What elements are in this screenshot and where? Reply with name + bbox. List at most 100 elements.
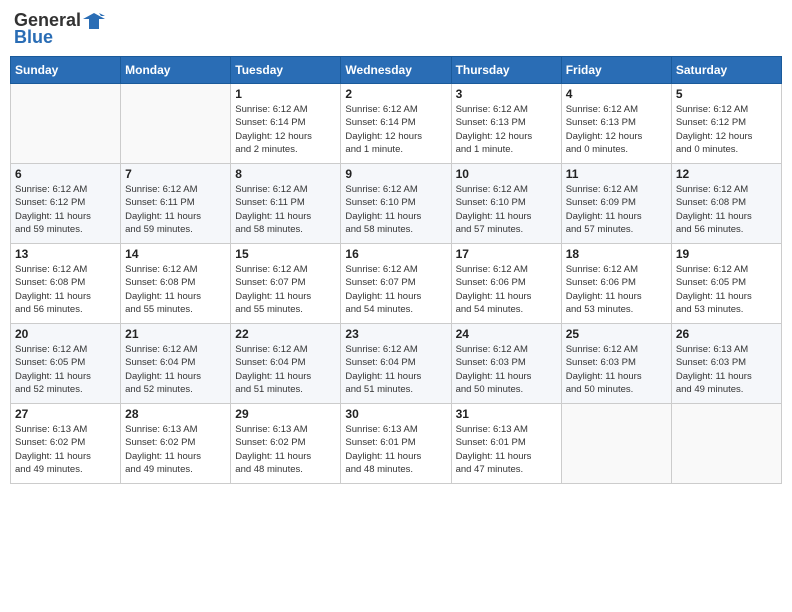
day-number: 20 <box>15 327 116 341</box>
day-number: 10 <box>456 167 557 181</box>
day-info: Sunrise: 6:13 AM Sunset: 6:02 PM Dayligh… <box>15 423 116 476</box>
day-number: 8 <box>235 167 336 181</box>
day-number: 13 <box>15 247 116 261</box>
day-info: Sunrise: 6:12 AM Sunset: 6:12 PM Dayligh… <box>15 183 116 236</box>
day-info: Sunrise: 6:12 AM Sunset: 6:06 PM Dayligh… <box>566 263 667 316</box>
day-info: Sunrise: 6:12 AM Sunset: 6:04 PM Dayligh… <box>235 343 336 396</box>
day-number: 14 <box>125 247 226 261</box>
calendar-cell: 5Sunrise: 6:12 AM Sunset: 6:12 PM Daylig… <box>671 84 781 164</box>
day-number: 24 <box>456 327 557 341</box>
calendar-cell: 20 Sunrise: 6:12 AM Sunset: 6:05 PM Dayli… <box>11 324 121 404</box>
day-info: Sunrise: 6:12 AM Sunset: 6:07 PM Dayligh… <box>235 263 336 316</box>
calendar-cell: 9 Sunrise: 6:12 AM Sunset: 6:10 PM Daylig… <box>341 164 451 244</box>
day-number: 22 <box>235 327 336 341</box>
day-number: 9 <box>345 167 446 181</box>
day-number: 2 <box>345 87 446 101</box>
calendar-cell: 12Sunrise: 6:12 AM Sunset: 6:08 PM Dayli… <box>671 164 781 244</box>
weekday-header-saturday: Saturday <box>671 57 781 84</box>
day-number: 5 <box>676 87 777 101</box>
day-number: 3 <box>456 87 557 101</box>
calendar-cell: 13 Sunrise: 6:12 AM Sunset: 6:08 PM Dayli… <box>11 244 121 324</box>
day-info: Sunrise: 6:12 AM Sunset: 6:05 PM Dayligh… <box>15 343 116 396</box>
day-info: Sunrise: 6:12 AM Sunset: 6:08 PM Dayligh… <box>125 263 226 316</box>
day-info: Sunrise: 6:12 AM Sunset: 6:05 PM Dayligh… <box>676 263 777 316</box>
weekday-header-thursday: Thursday <box>451 57 561 84</box>
calendar-cell <box>561 404 671 484</box>
calendar-cell: 27 Sunrise: 6:13 AM Sunset: 6:02 PM Dayli… <box>11 404 121 484</box>
logo-bird-icon <box>83 11 105 31</box>
calendar-cell: 28 Sunrise: 6:13 AM Sunset: 6:02 PM Dayli… <box>121 404 231 484</box>
day-number: 28 <box>125 407 226 421</box>
calendar-cell: 10 Sunrise: 6:12 AM Sunset: 6:10 PM Dayli… <box>451 164 561 244</box>
calendar-week-row: 20 Sunrise: 6:12 AM Sunset: 6:05 PM Dayli… <box>11 324 782 404</box>
weekday-header-sunday: Sunday <box>11 57 121 84</box>
day-number: 23 <box>345 327 446 341</box>
logo-blue-text: Blue <box>14 27 53 48</box>
day-info: Sunrise: 6:12 AM Sunset: 6:03 PM Dayligh… <box>456 343 557 396</box>
calendar-cell: 1 Sunrise: 6:12 AM Sunset: 6:14 PM Daylig… <box>231 84 341 164</box>
day-info: Sunrise: 6:12 AM Sunset: 6:10 PM Dayligh… <box>345 183 446 236</box>
day-info: Sunrise: 6:12 AM Sunset: 6:04 PM Dayligh… <box>125 343 226 396</box>
day-info: Sunrise: 6:12 AM Sunset: 6:07 PM Dayligh… <box>345 263 446 316</box>
calendar-cell: 19 Sunrise: 6:12 AM Sunset: 6:05 PM Dayli… <box>671 244 781 324</box>
calendar-cell: 3 Sunrise: 6:12 AM Sunset: 6:13 PM Daylig… <box>451 84 561 164</box>
page-header: General Blue <box>10 10 782 48</box>
calendar-cell: 25 Sunrise: 6:12 AM Sunset: 6:03 PM Dayli… <box>561 324 671 404</box>
day-info: Sunrise: 6:12 AM Sunset: 6:06 PM Dayligh… <box>456 263 557 316</box>
weekday-header-monday: Monday <box>121 57 231 84</box>
day-info: Sunrise: 6:12 AM Sunset: 6:13 PM Dayligh… <box>456 103 557 156</box>
day-number: 21 <box>125 327 226 341</box>
calendar-cell <box>121 84 231 164</box>
day-info: Sunrise: 6:13 AM Sunset: 6:03 PM Dayligh… <box>676 343 777 396</box>
calendar-cell: 15 Sunrise: 6:12 AM Sunset: 6:07 PM Dayli… <box>231 244 341 324</box>
weekday-header-wednesday: Wednesday <box>341 57 451 84</box>
day-number: 31 <box>456 407 557 421</box>
calendar-cell: 6 Sunrise: 6:12 AM Sunset: 6:12 PM Daylig… <box>11 164 121 244</box>
day-number: 25 <box>566 327 667 341</box>
day-number: 11 <box>566 167 667 181</box>
day-number: 6 <box>15 167 116 181</box>
calendar-week-row: 27 Sunrise: 6:13 AM Sunset: 6:02 PM Dayli… <box>11 404 782 484</box>
day-info: Sunrise: 6:13 AM Sunset: 6:01 PM Dayligh… <box>345 423 446 476</box>
day-number: 19 <box>676 247 777 261</box>
day-number: 12 <box>676 167 777 181</box>
day-number: 7 <box>125 167 226 181</box>
calendar-cell: 31Sunrise: 6:13 AM Sunset: 6:01 PM Dayli… <box>451 404 561 484</box>
calendar-cell: 2 Sunrise: 6:12 AM Sunset: 6:14 PM Daylig… <box>341 84 451 164</box>
calendar-cell <box>671 404 781 484</box>
calendar-cell: 22 Sunrise: 6:12 AM Sunset: 6:04 PM Dayli… <box>231 324 341 404</box>
day-info: Sunrise: 6:12 AM Sunset: 6:03 PM Dayligh… <box>566 343 667 396</box>
weekday-header-row: SundayMondayTuesdayWednesdayThursdayFrid… <box>11 57 782 84</box>
calendar-cell <box>11 84 121 164</box>
calendar-cell: 17 Sunrise: 6:12 AM Sunset: 6:06 PM Dayli… <box>451 244 561 324</box>
calendar-week-row: 13 Sunrise: 6:12 AM Sunset: 6:08 PM Dayli… <box>11 244 782 324</box>
calendar-cell: 4Sunrise: 6:12 AM Sunset: 6:13 PM Daylig… <box>561 84 671 164</box>
day-info: Sunrise: 6:12 AM Sunset: 6:14 PM Dayligh… <box>235 103 336 156</box>
day-number: 29 <box>235 407 336 421</box>
calendar-week-row: 6 Sunrise: 6:12 AM Sunset: 6:12 PM Daylig… <box>11 164 782 244</box>
calendar-cell: 26 Sunrise: 6:13 AM Sunset: 6:03 PM Dayli… <box>671 324 781 404</box>
day-info: Sunrise: 6:13 AM Sunset: 6:02 PM Dayligh… <box>125 423 226 476</box>
calendar-cell: 14 Sunrise: 6:12 AM Sunset: 6:08 PM Dayli… <box>121 244 231 324</box>
day-number: 15 <box>235 247 336 261</box>
day-info: Sunrise: 6:12 AM Sunset: 6:14 PM Dayligh… <box>345 103 446 156</box>
day-number: 18 <box>566 247 667 261</box>
day-info: Sunrise: 6:12 AM Sunset: 6:11 PM Dayligh… <box>235 183 336 236</box>
day-number: 26 <box>676 327 777 341</box>
day-info: Sunrise: 6:13 AM Sunset: 6:02 PM Dayligh… <box>235 423 336 476</box>
day-number: 30 <box>345 407 446 421</box>
day-info: Sunrise: 6:12 AM Sunset: 6:11 PM Dayligh… <box>125 183 226 236</box>
day-info: Sunrise: 6:12 AM Sunset: 6:04 PM Dayligh… <box>345 343 446 396</box>
day-number: 4 <box>566 87 667 101</box>
calendar-cell: 7 Sunrise: 6:12 AM Sunset: 6:11 PM Daylig… <box>121 164 231 244</box>
calendar-cell: 21 Sunrise: 6:12 AM Sunset: 6:04 PM Dayli… <box>121 324 231 404</box>
day-info: Sunrise: 6:12 AM Sunset: 6:10 PM Dayligh… <box>456 183 557 236</box>
weekday-header-tuesday: Tuesday <box>231 57 341 84</box>
calendar-week-row: 1 Sunrise: 6:12 AM Sunset: 6:14 PM Daylig… <box>11 84 782 164</box>
day-number: 16 <box>345 247 446 261</box>
day-number: 1 <box>235 87 336 101</box>
day-info: Sunrise: 6:12 AM Sunset: 6:08 PM Dayligh… <box>15 263 116 316</box>
day-number: 27 <box>15 407 116 421</box>
day-info: Sunrise: 6:12 AM Sunset: 6:09 PM Dayligh… <box>566 183 667 236</box>
day-number: 17 <box>456 247 557 261</box>
